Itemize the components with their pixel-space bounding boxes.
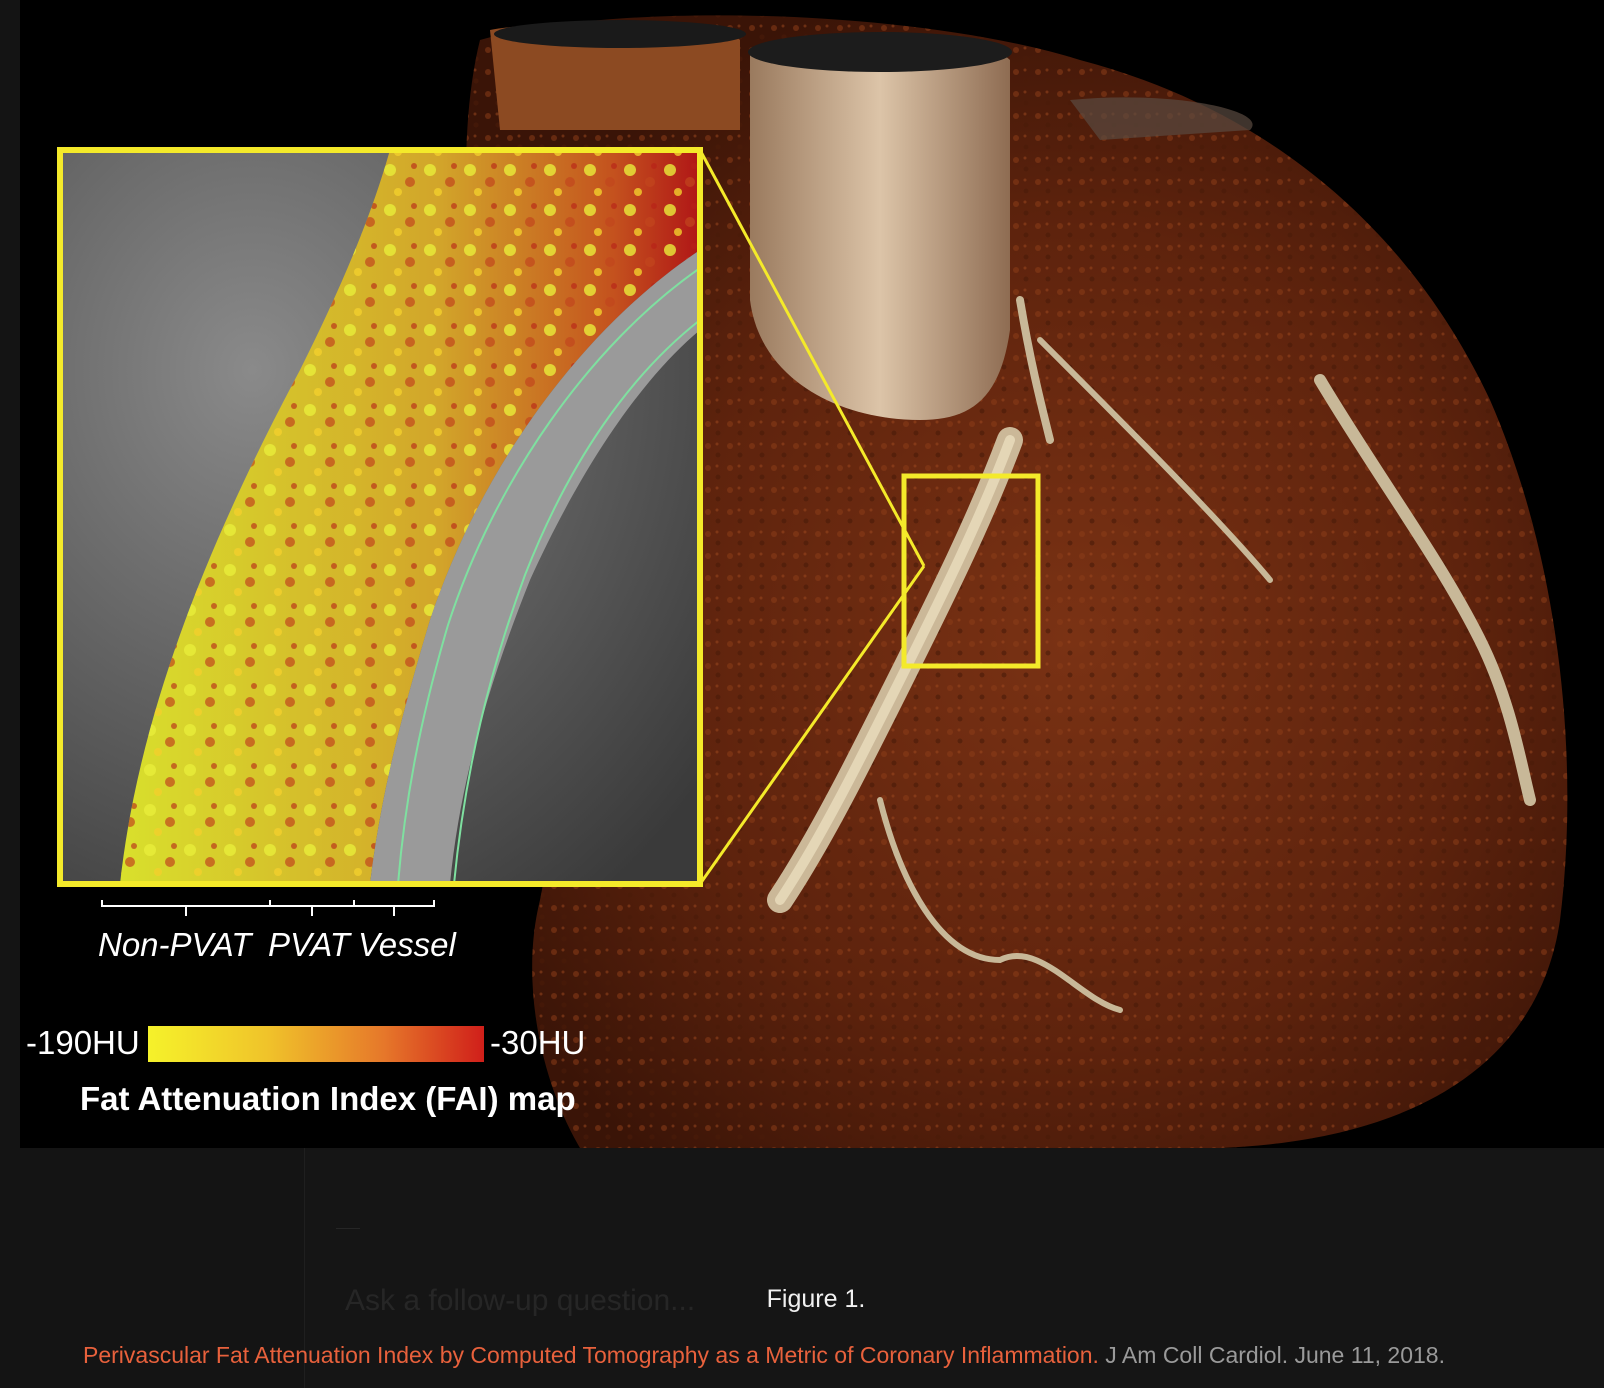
fai-figure-svg: Non-PVAT PVAT Vessel -190HU -30HU Fat At…: [26, 15, 1568, 1148]
page: Non-PVAT PVAT Vessel -190HU -30HU Fat At…: [0, 0, 1604, 1388]
non-pvat-label: Non-PVAT: [98, 926, 254, 963]
legend-title: Fat Attenuation Index (FAI) map: [80, 1080, 576, 1117]
citation-journal: J Am Coll Cardiol. June 11, 2018.: [1098, 1342, 1445, 1368]
fai-inset-panel[interactable]: [60, 150, 700, 884]
region-brackets: [101, 900, 435, 916]
figure-image[interactable]: Non-PVAT PVAT Vessel -190HU -30HU Fat At…: [20, 0, 1604, 1148]
legend-gradient-bar: [148, 1026, 484, 1062]
region-labels: Non-PVAT PVAT Vessel: [98, 926, 457, 963]
figure-label: Figure 1.: [766, 1285, 866, 1313]
pvat-label: PVAT: [268, 926, 353, 963]
legend-max-label: -30HU: [490, 1024, 585, 1061]
legend-min-label: -190HU: [26, 1024, 140, 1061]
figure-citation: Perivascular Fat Attenuation Index by Co…: [83, 1342, 1445, 1369]
vessel-label: Vessel: [358, 926, 457, 963]
citation-link[interactable]: Perivascular Fat Attenuation Index by Co…: [83, 1342, 1099, 1368]
ghost-divider: [336, 1228, 360, 1229]
fai-legend: -190HU -30HU Fat Attenuation Index (FAI)…: [26, 1024, 585, 1117]
